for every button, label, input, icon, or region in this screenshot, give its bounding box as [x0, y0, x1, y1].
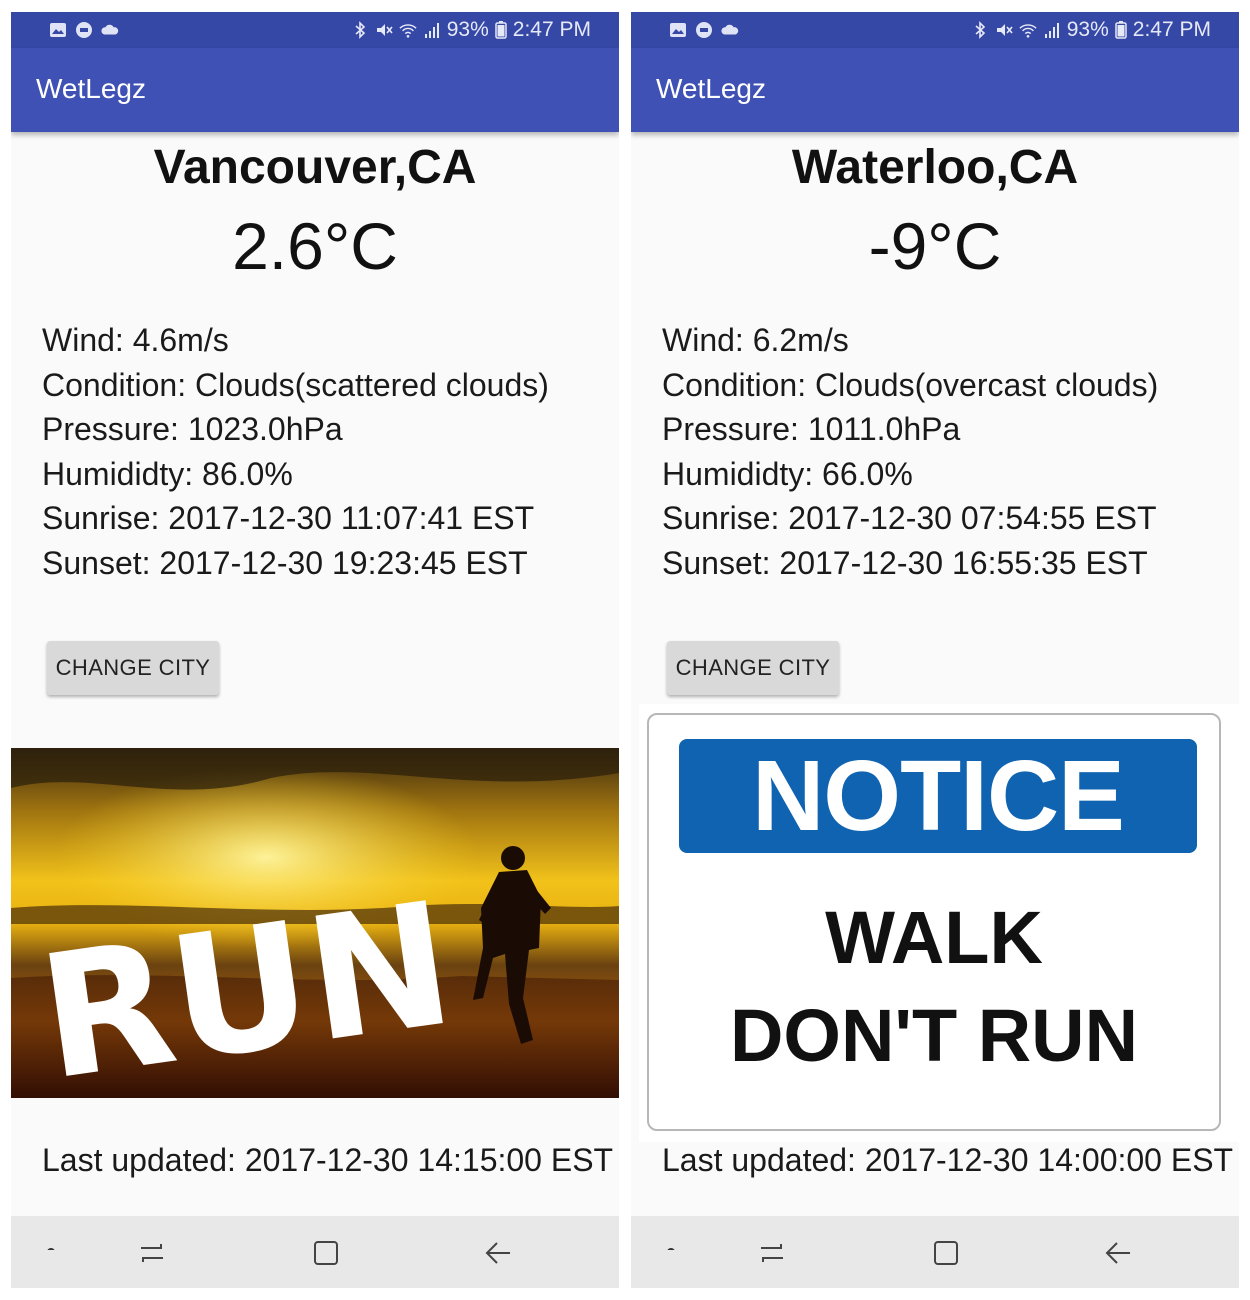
status-bar: 93% 2:47 PM	[11, 12, 619, 48]
pressure-text: Pressure: 1023.0hPa	[42, 411, 343, 448]
mute-icon	[996, 24, 1013, 36]
cloud-icon	[721, 24, 739, 35]
clock: 2:47 PM	[1132, 18, 1211, 41]
weather-details: Wind: 4.6m/s Condition: Clouds(scattered…	[42, 318, 549, 586]
signal-icon	[1044, 23, 1059, 38]
notice-sign-frame: NOTICE WALK DON'T RUN	[647, 713, 1221, 1131]
last-updated-text: Last updated: 2017-12-30 14:00:00 EST	[662, 1142, 1234, 1178]
wifi-icon	[399, 24, 417, 38]
change-city-button[interactable]: CHANGE CITY	[47, 641, 219, 695]
weather-details: Wind: 6.2m/s Condition: Clouds(overcast …	[662, 318, 1158, 586]
nav-dot-icon[interactable]	[665, 1238, 677, 1250]
pressure-text: Pressure: 1011.0hPa	[662, 411, 961, 448]
nav-dot-icon[interactable]	[45, 1238, 57, 1250]
sign-line-walk: WALK	[825, 896, 1043, 979]
phone-screen-vancouver: 93% 2:47 PM WetLegz Vancouver,CA 2.6°C W…	[11, 12, 619, 1288]
sunset-text: Sunset: 2017-12-30 19:23:45 EST	[42, 544, 528, 581]
phone-screen-waterloo: 93% 2:47 PM WetLegz Waterloo,CA -9°C Win…	[631, 12, 1239, 1288]
city-name: Vancouver,CA	[153, 141, 477, 194]
app-title: WetLegz	[656, 73, 766, 104]
humidity-text: Humididty: 66.0%	[662, 455, 913, 492]
battery-percent: 93%	[446, 18, 489, 41]
battery-percent: 93%	[1066, 18, 1109, 41]
status-bar: 93% 2:47 PM	[631, 12, 1239, 48]
chat-notification-icon	[76, 22, 92, 38]
run-sunset-picture: RUN	[11, 748, 619, 1098]
mute-icon	[376, 24, 393, 36]
cloud-icon	[101, 24, 119, 35]
navigation-bar	[11, 1216, 619, 1288]
sunset-text: Sunset: 2017-12-30 16:55:35 EST	[662, 544, 1148, 581]
wifi-icon	[1019, 24, 1037, 38]
gallery-notification-icon	[50, 23, 66, 37]
notice-sign-image: NOTICE WALK DON'T RUN	[639, 704, 1239, 1142]
temperature: 2.6°C	[232, 209, 398, 283]
notice-banner: NOTICE	[679, 739, 1197, 853]
sunrise-text: Sunrise: 2017-12-30 07:54:55 EST	[662, 500, 1157, 537]
gallery-notification-icon	[670, 23, 686, 37]
last-updated-text: Last updated: 2017-12-30 14:15:00 EST	[42, 1142, 614, 1178]
bluetooth-icon	[975, 21, 985, 39]
sunrise-text: Sunrise: 2017-12-30 11:07:41 EST	[42, 500, 535, 537]
battery-icon	[1115, 21, 1127, 39]
humidity-text: Humididty: 86.0%	[42, 455, 293, 492]
bluetooth-icon	[355, 21, 365, 39]
back-icon[interactable]	[483, 1238, 513, 1268]
app-bar: WetLegz	[11, 48, 619, 132]
run-image: RUN	[11, 748, 619, 1098]
recent-apps-icon[interactable]	[137, 1238, 167, 1268]
app-title: WetLegz	[36, 73, 146, 104]
city-name: Waterloo,CA	[791, 141, 1079, 194]
sign-line-dont-run: DON'T RUN	[729, 994, 1139, 1077]
condition-text: Condition: Clouds(scattered clouds)	[42, 366, 549, 403]
wind-text: Wind: 6.2m/s	[662, 322, 849, 358]
back-icon[interactable]	[1103, 1238, 1133, 1268]
temperature: -9°C	[868, 209, 1002, 283]
change-city-button[interactable]: CHANGE CITY	[667, 641, 839, 695]
signal-icon	[424, 23, 439, 38]
navigation-bar	[631, 1216, 1239, 1288]
battery-icon	[495, 21, 507, 39]
home-icon[interactable]	[931, 1238, 961, 1268]
home-icon[interactable]	[311, 1238, 341, 1268]
app-bar: WetLegz	[631, 48, 1239, 132]
clock: 2:47 PM	[512, 18, 591, 41]
recent-apps-icon[interactable]	[757, 1238, 787, 1268]
chat-notification-icon	[696, 22, 712, 38]
condition-text: Condition: Clouds(overcast clouds)	[662, 366, 1159, 403]
wind-text: Wind: 4.6m/s	[42, 322, 229, 358]
